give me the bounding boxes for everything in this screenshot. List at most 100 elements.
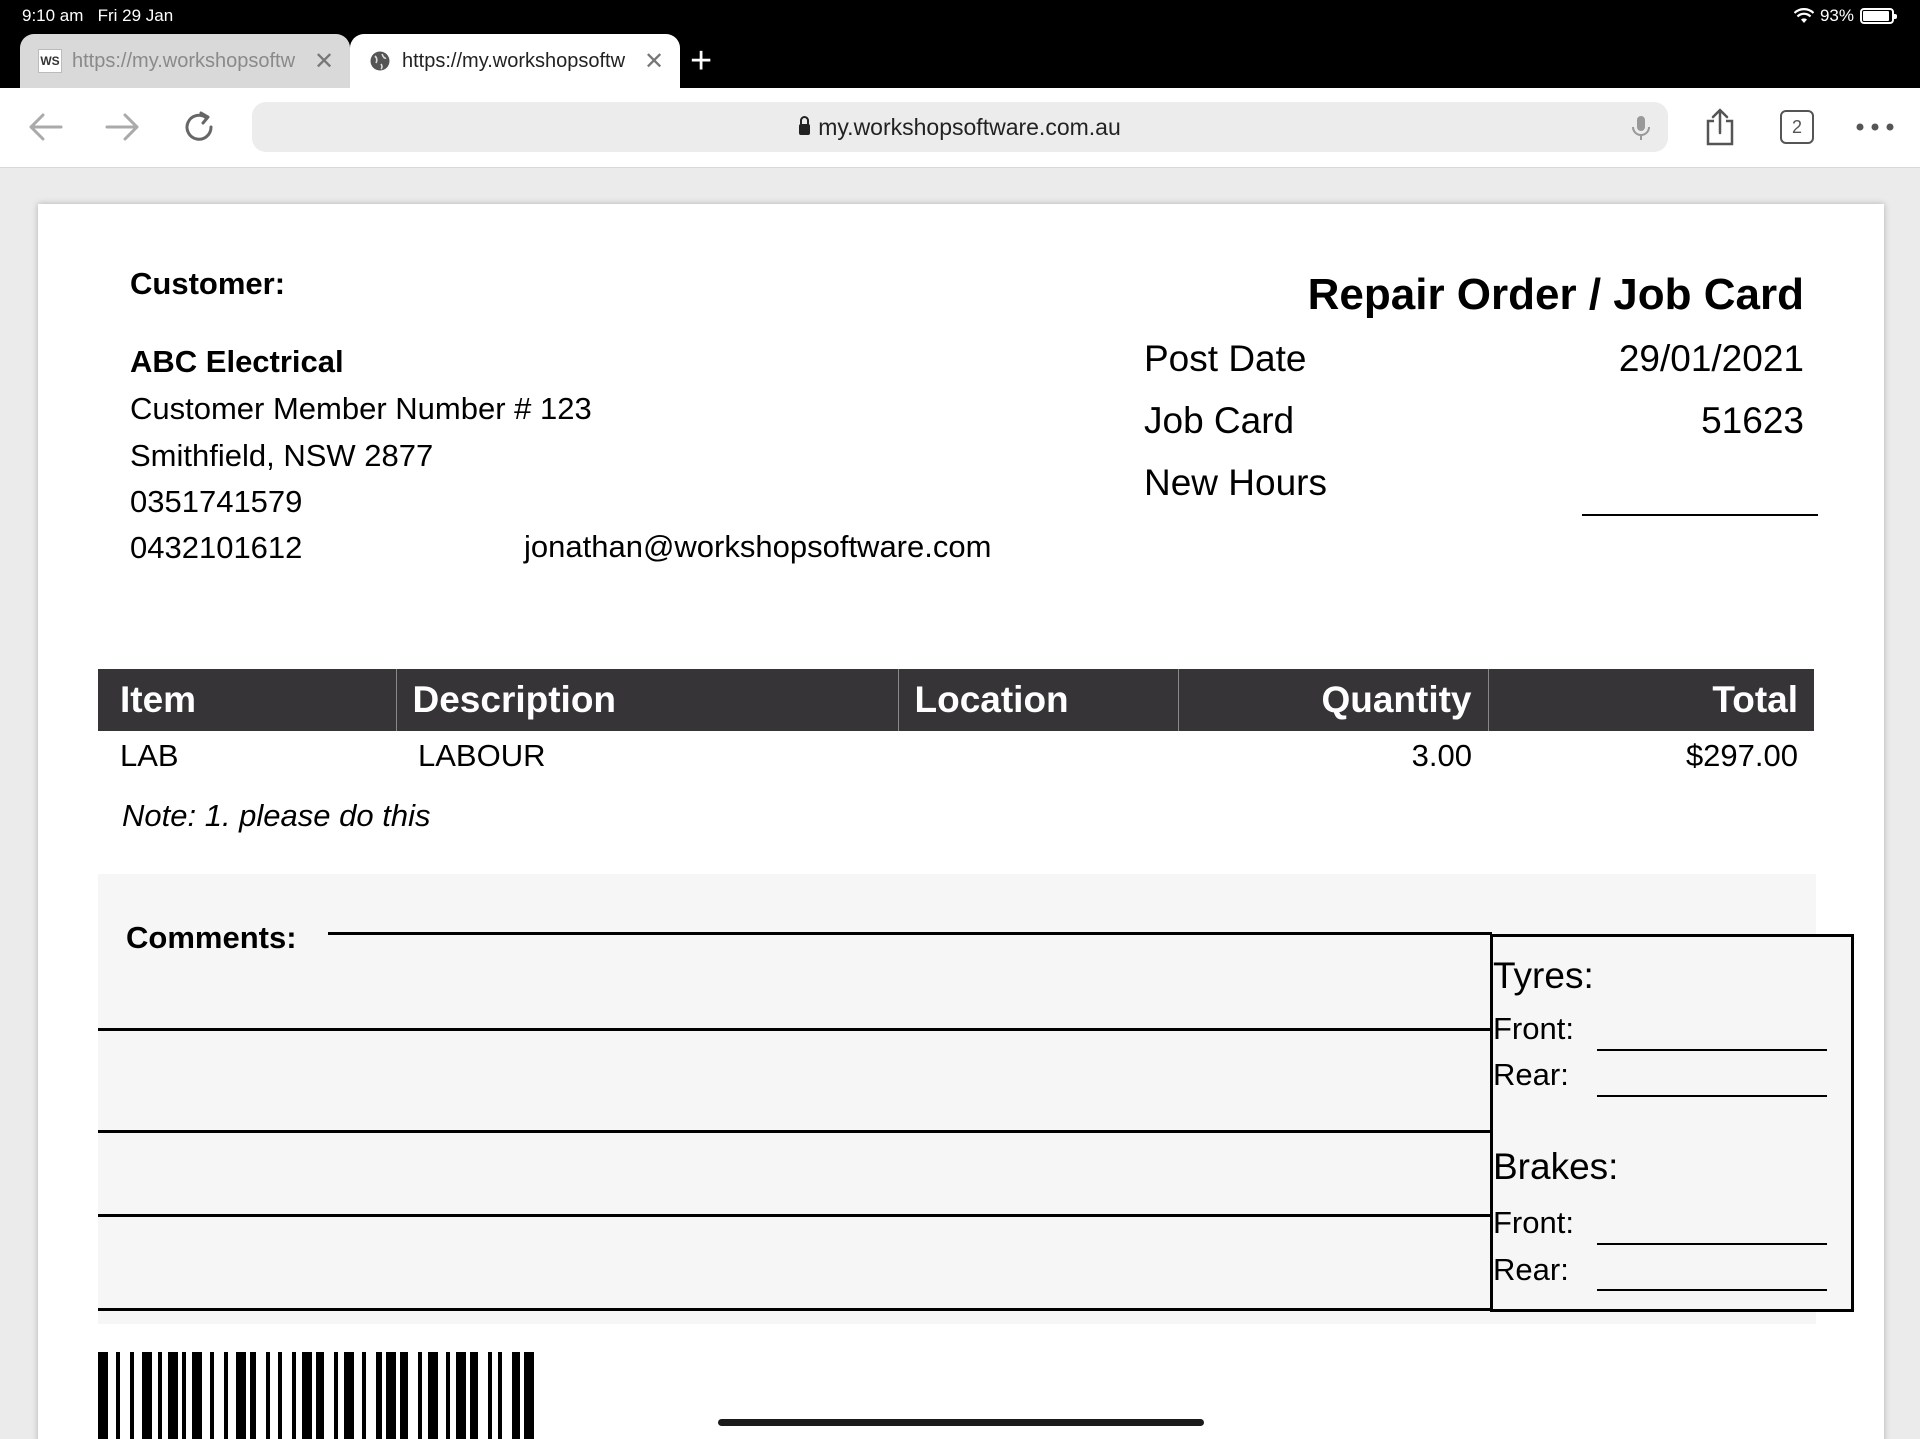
barcode-bar	[270, 1352, 278, 1439]
barcode-bar	[120, 1352, 130, 1439]
comment-line	[98, 1214, 1492, 1217]
job-card-value: 51623	[1701, 400, 1804, 441]
barcode-bar	[282, 1352, 292, 1439]
close-tab-icon[interactable]: ✕	[642, 47, 666, 76]
new-hours-label: New Hours	[1144, 462, 1327, 503]
barcode-bar	[192, 1352, 202, 1439]
job-card-document: Customer: ABC Electrical Customer Member…	[38, 204, 1884, 1439]
tyres-front-label: Front:	[1493, 1011, 1574, 1046]
home-indicator[interactable]	[718, 1419, 1204, 1426]
lock-icon	[799, 115, 811, 135]
barcode-bar	[456, 1352, 466, 1439]
cell-total: $297.00	[1685, 738, 1798, 773]
wifi-icon	[1793, 8, 1814, 23]
tyres-rear-label: Rear:	[1493, 1057, 1569, 1092]
document-title: Repair Order / Job Card	[1307, 270, 1804, 319]
column-header-quantity: Quantity	[1177, 669, 1488, 731]
cell-description: LABOUR	[418, 738, 546, 773]
barcode-bar	[386, 1352, 396, 1439]
barcode-bar	[438, 1352, 446, 1439]
barcode-bar	[98, 1352, 108, 1439]
job-note: Note: 1. please do this	[122, 798, 431, 833]
brakes-front-label: Front:	[1493, 1205, 1574, 1240]
customer-label: Customer:	[130, 266, 286, 301]
tab-workshop-1[interactable]: WS https://my.workshopsoftw ✕	[20, 34, 350, 88]
tab-overview-button[interactable]: 2	[1772, 102, 1822, 152]
barcode-bar	[214, 1352, 224, 1439]
barcode-bar	[324, 1352, 334, 1439]
brakes-label: Brakes:	[1493, 1146, 1619, 1187]
barcode-bar	[478, 1352, 488, 1439]
new-tab-plus-icon[interactable]: +	[690, 40, 712, 83]
table-header-row: Item Description Location Quantity Total	[98, 669, 1814, 731]
tyres-front-line	[1597, 1049, 1827, 1051]
cell-location	[898, 731, 1178, 781]
table-row: LAB LABOUR 3.00 $297.00	[98, 731, 1814, 781]
barcode-bar	[316, 1352, 324, 1439]
column-header-total: Total	[1487, 669, 1814, 731]
customer-phone: 0351741579	[130, 484, 303, 519]
customer-address: Smithfield, NSW 2877	[130, 438, 434, 473]
new-hours-line	[1582, 514, 1818, 516]
barcode-bar	[344, 1352, 354, 1439]
customer-member-number: Customer Member Number # 123	[130, 391, 592, 426]
close-tab-icon[interactable]: ✕	[312, 47, 336, 76]
comment-line	[98, 1130, 1492, 1133]
address-url: my.workshopsoftware.com.au	[818, 113, 1121, 140]
brakes-rear-line	[1597, 1289, 1827, 1291]
cell-item: LAB	[120, 738, 179, 773]
barcode-bar	[400, 1352, 408, 1439]
forward-arrow-icon[interactable]	[98, 102, 148, 152]
barcode-bar	[408, 1352, 418, 1439]
tab-title: https://my.workshopsoftw	[402, 49, 626, 72]
status-time: 9:10 am Fri 29 Jan	[22, 6, 174, 25]
post-date-value: 29/01/2021	[1618, 338, 1804, 379]
reload-icon[interactable]	[174, 102, 224, 152]
column-header-description: Description	[395, 669, 898, 731]
barcode-bar	[366, 1352, 376, 1439]
post-date-label: Post Date	[1144, 338, 1307, 379]
barcode-bar	[256, 1352, 266, 1439]
tyres-rear-line	[1597, 1095, 1827, 1097]
barcode	[98, 1352, 534, 1439]
battery-icon	[1860, 8, 1897, 24]
comment-line	[328, 932, 1492, 935]
tyres-brakes-box: Tyres: Front: Rear: Brakes: Front: Rear:	[1490, 934, 1854, 1312]
barcode-bar	[202, 1352, 210, 1439]
customer-name: ABC Electrical	[130, 344, 344, 379]
ws-favicon-icon: WS	[38, 49, 62, 73]
comments-label: Comments:	[126, 920, 297, 955]
barcode-bar	[302, 1352, 312, 1439]
share-icon[interactable]	[1695, 102, 1745, 152]
tab-title: https://my.workshopsoftw	[72, 49, 296, 72]
barcode-bar	[524, 1352, 534, 1439]
tab-count-badge: 2	[1780, 110, 1814, 144]
barcode-bar	[354, 1352, 362, 1439]
customer-mobile: 0432101612	[130, 530, 303, 565]
barcode-bar	[428, 1352, 438, 1439]
job-card-label: Job Card	[1144, 400, 1295, 441]
globe-icon	[368, 49, 392, 73]
barcode-bar	[502, 1352, 512, 1439]
brakes-front-line	[1597, 1243, 1827, 1245]
customer-email: jonathan@workshopsoftware.com	[524, 529, 992, 564]
browser-toolbar: my.workshopsoftware.com.au 2	[0, 88, 1920, 168]
barcode-bar	[142, 1352, 152, 1439]
back-arrow-icon[interactable]	[20, 102, 70, 152]
battery-percent: 93%	[1819, 6, 1854, 25]
address-bar[interactable]: my.workshopsoftware.com.au	[252, 102, 1668, 152]
microphone-icon[interactable]	[1630, 114, 1652, 148]
comments-section: Comments: Tyres: Front: Rear: Brakes: Fr…	[98, 874, 1854, 1324]
column-header-location: Location	[897, 669, 1178, 731]
barcode-bar	[512, 1352, 520, 1439]
barcode-bar	[236, 1352, 246, 1439]
tab-workshop-2[interactable]: https://my.workshopsoftw ✕	[350, 34, 680, 88]
comment-line	[98, 1028, 1492, 1031]
barcode-bar	[168, 1352, 178, 1439]
brakes-rear-label: Rear:	[1493, 1252, 1569, 1287]
barcode-bar	[470, 1352, 478, 1439]
column-header-item: Item	[98, 669, 396, 731]
status-and-tab-bar: 9:10 am Fri 29 Jan 93% WS https://my.wor…	[0, 0, 1920, 88]
barcode-bar	[134, 1352, 142, 1439]
more-options-icon[interactable]	[1850, 102, 1900, 152]
